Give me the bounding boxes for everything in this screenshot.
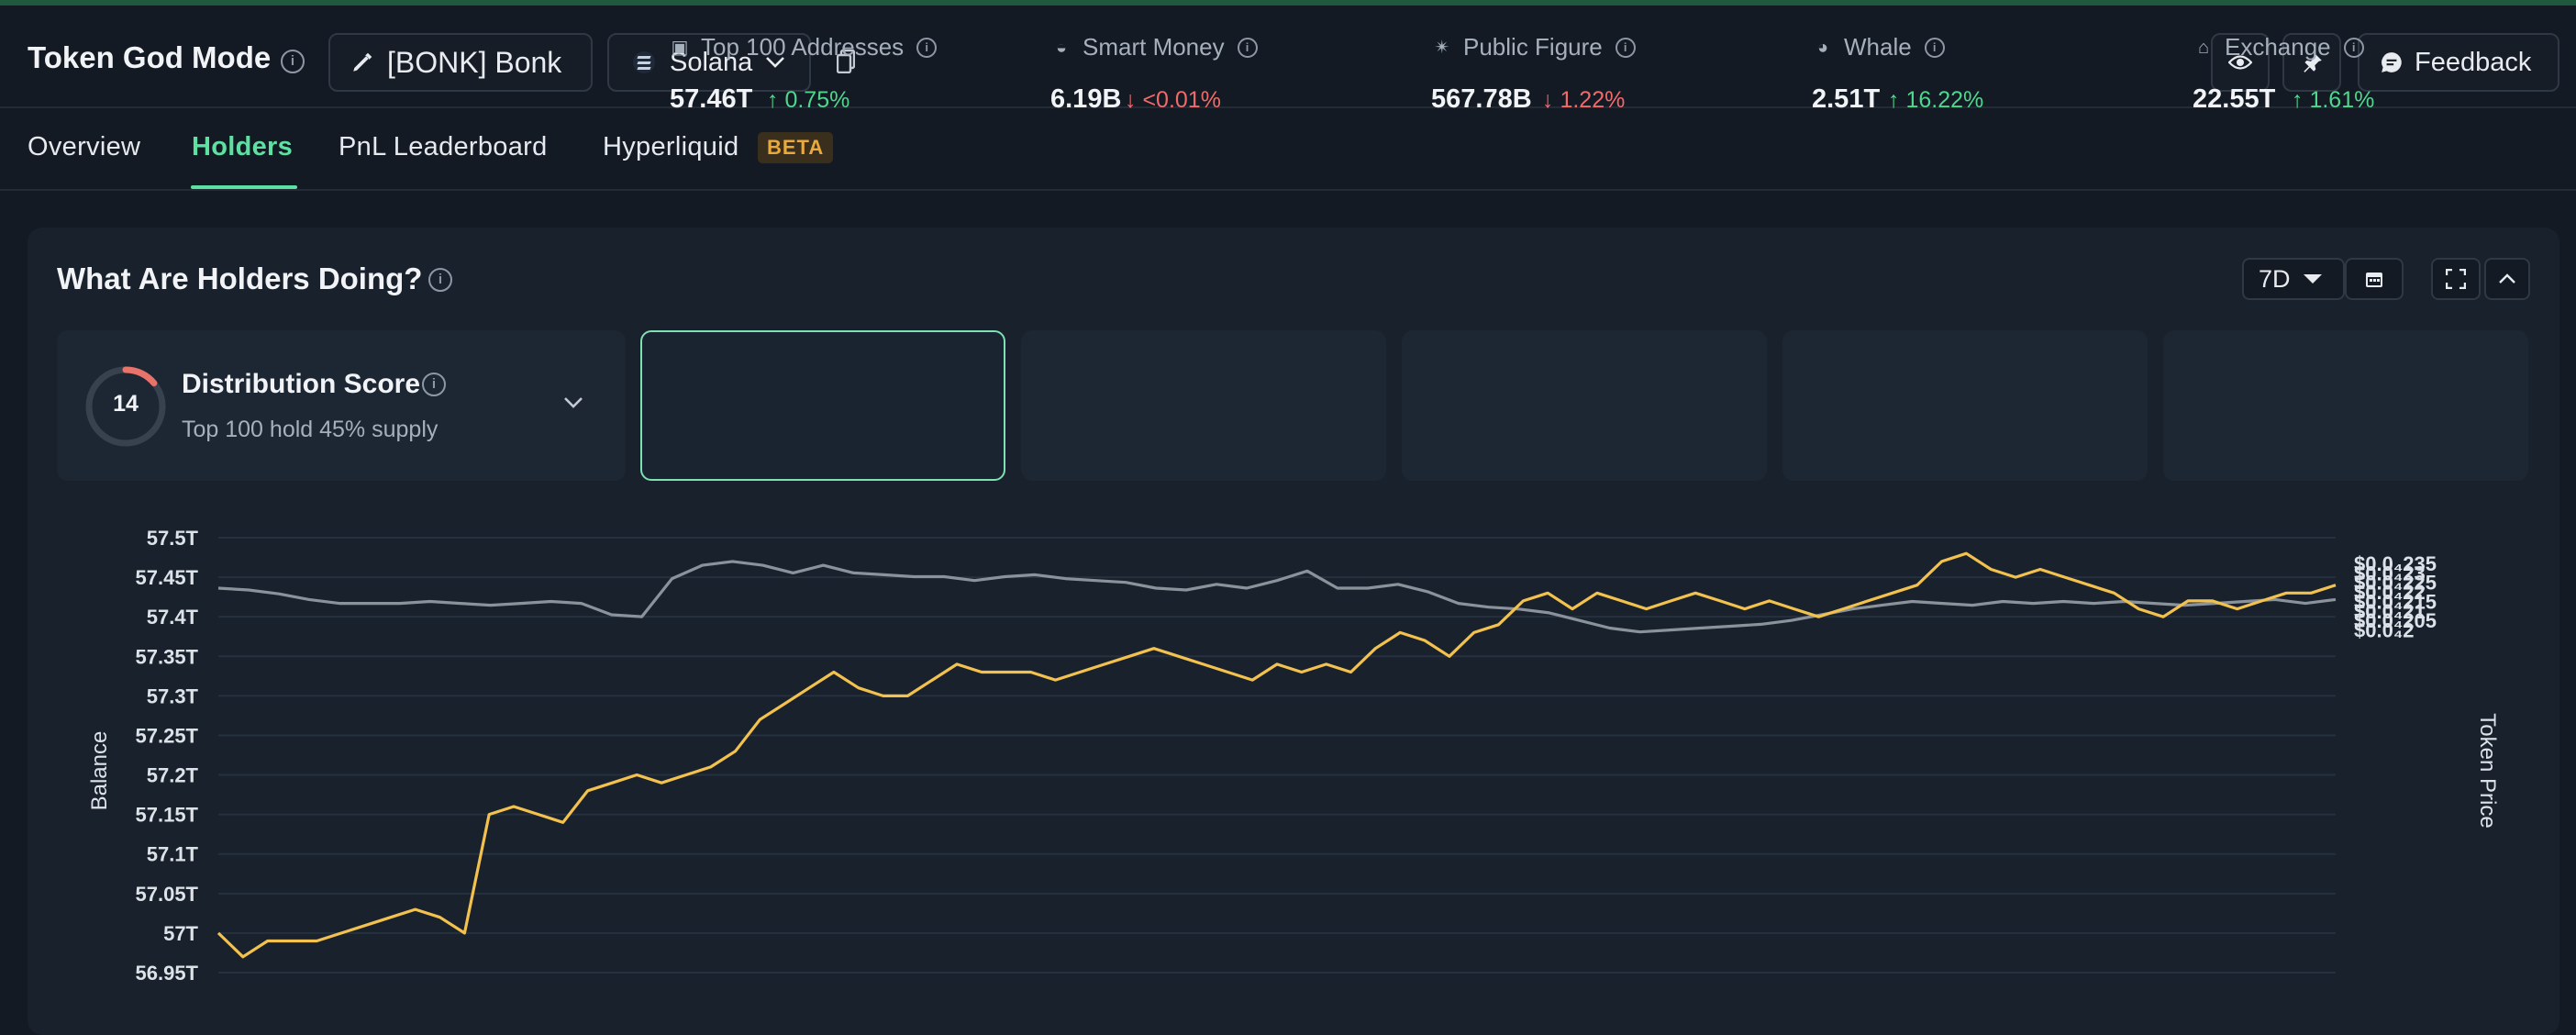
beta-badge: BETA xyxy=(758,132,834,163)
calendar-icon xyxy=(2366,273,2382,287)
caret-down-icon xyxy=(2303,274,2322,284)
chevron-up-icon xyxy=(2499,273,2515,284)
card-value-top-100: 57.46T xyxy=(670,84,753,114)
feedback-button[interactable]: Feedback xyxy=(2358,33,2559,92)
y-tick-label: 57.45T xyxy=(136,566,199,589)
time-range-dropdown[interactable]: 7D xyxy=(2242,258,2345,300)
y-tick-label: 57.5T xyxy=(147,527,199,550)
card-label-exchange: ⌂ Exchange i xyxy=(2193,33,2364,61)
info-icon[interactable]: i xyxy=(1615,37,1636,58)
card-change-smart-money: ↓ <0.01% xyxy=(1125,87,1221,113)
app-title: Token God Mode xyxy=(28,40,272,74)
card-value-public-figure: 567.78B xyxy=(1431,84,1532,114)
y-tick-label: 57.1T xyxy=(147,843,199,866)
card-smart-money[interactable] xyxy=(1021,330,1386,481)
money-icon: ▣ xyxy=(671,37,689,58)
y-tick-label: 57T xyxy=(163,922,198,945)
arrow-up-icon: ↑ xyxy=(1888,87,1900,113)
y-tick-label: 57.3T xyxy=(147,684,199,707)
bank-icon: ⌂ xyxy=(2197,37,2210,58)
info-icon[interactable]: i xyxy=(916,37,938,58)
card-top-100-addresses[interactable] xyxy=(640,330,1005,481)
card-label-whale: ◕ Whale i xyxy=(1813,33,1945,61)
card-value-smart-money: 6.19B xyxy=(1050,84,1122,114)
tab-hyperliquid[interactable]: Hyperliquid xyxy=(603,132,738,162)
y-tick-label: 56.95T xyxy=(136,962,199,985)
card-value-exchange: 22.55T xyxy=(2193,84,2276,114)
card-change-top-100: ↑ 0.75% xyxy=(767,87,850,113)
whale-icon: ◕ xyxy=(1816,37,1829,58)
chevron-down-icon[interactable] xyxy=(563,396,583,409)
active-tab-indicator xyxy=(191,185,297,189)
tab-holders[interactable]: Holders xyxy=(192,132,293,162)
holders-balance-chart[interactable]: 57.5T 57.45T 57.4T 57.35T 57.3T 57.25T 57.2T 57… xyxy=(0,514,2576,1017)
y-tick-label: 57.2T xyxy=(147,764,199,787)
y2-axis-title: Token Price xyxy=(2475,713,2500,828)
y2-tick-label: $0.0₄2 xyxy=(2354,619,2415,642)
distribution-score-value: 14 xyxy=(113,391,139,417)
info-icon[interactable]: i xyxy=(2343,37,2364,58)
card-value-whale: 2.51T xyxy=(1812,84,1881,114)
y-axis-title: Balance xyxy=(87,731,112,811)
card-label-top-100: ▣ Top 100 Addresses i xyxy=(670,33,938,61)
time-range-label: 7D xyxy=(2259,264,2291,293)
token-label: [BONK] Bonk xyxy=(387,45,562,79)
y-tick-label: 57.25T xyxy=(136,724,199,747)
calendar-button[interactable] xyxy=(2345,258,2404,300)
feedback-label: Feedback xyxy=(2415,47,2532,77)
pencil-icon xyxy=(353,52,372,72)
distribution-score-subtitle: Top 100 hold 45% supply xyxy=(182,417,439,442)
tab-pnl-leaderboard[interactable]: PnL Leaderboard xyxy=(339,132,548,162)
tab-overview[interactable]: Overview xyxy=(28,132,140,162)
glasses-icon: ◒ xyxy=(1055,37,1068,58)
arrow-down-icon: ↓ xyxy=(1542,87,1554,113)
card-label-public-figure: ✴ Public Figure i xyxy=(1432,33,1636,61)
fullscreen-button[interactable] xyxy=(2431,258,2481,300)
card-change-exchange: ↑ 1.61% xyxy=(2292,87,2375,113)
y-tick-label: 57.4T xyxy=(147,606,199,629)
balance-series-line xyxy=(217,551,2337,959)
arrow-up-icon: ↑ xyxy=(767,87,779,113)
distribution-info-icon[interactable]: i xyxy=(422,373,446,396)
card-whale[interactable] xyxy=(1782,330,2148,481)
arrow-up-icon: ↑ xyxy=(2292,87,2304,113)
arrow-down-icon: ↓ xyxy=(1125,87,1137,113)
y-tick-label: 57.05T xyxy=(136,883,199,906)
expand-icon xyxy=(2446,269,2466,289)
token-selector-button[interactable]: [BONK] Bonk xyxy=(328,33,593,92)
card-label-smart-money: ◒ Smart Money i xyxy=(1051,33,1258,61)
card-public-figure[interactable] xyxy=(1402,330,1767,481)
collapse-button[interactable] xyxy=(2484,258,2530,300)
card-change-public-figure: ↓ 1.22% xyxy=(1542,87,1626,113)
panel-title: What Are Holders Doing? xyxy=(57,262,423,295)
panel-info-icon[interactable]: i xyxy=(428,268,452,292)
card-change-whale: ↑ 16.22% xyxy=(1888,87,1984,113)
info-icon[interactable]: i xyxy=(1237,37,1258,58)
distribution-score-title: Distribution Score xyxy=(182,369,421,399)
star-person-icon: ✴ xyxy=(1434,37,1450,58)
y-tick-label: 57.35T xyxy=(136,645,199,668)
chat-bubble-icon xyxy=(2382,52,2402,72)
solana-icon xyxy=(633,51,655,73)
top-header: Token God Mode i [BONK] Bonk Solana Feed… xyxy=(0,6,2576,108)
card-exchange[interactable] xyxy=(2163,330,2528,481)
title-info-icon[interactable]: i xyxy=(281,50,305,73)
tab-bar: Overview Holders PnL Leaderboard Hyperli… xyxy=(0,108,2576,191)
token-price-series-line xyxy=(217,560,2337,634)
info-icon[interactable]: i xyxy=(1924,37,1945,58)
y-tick-label: 57.15T xyxy=(136,804,199,827)
